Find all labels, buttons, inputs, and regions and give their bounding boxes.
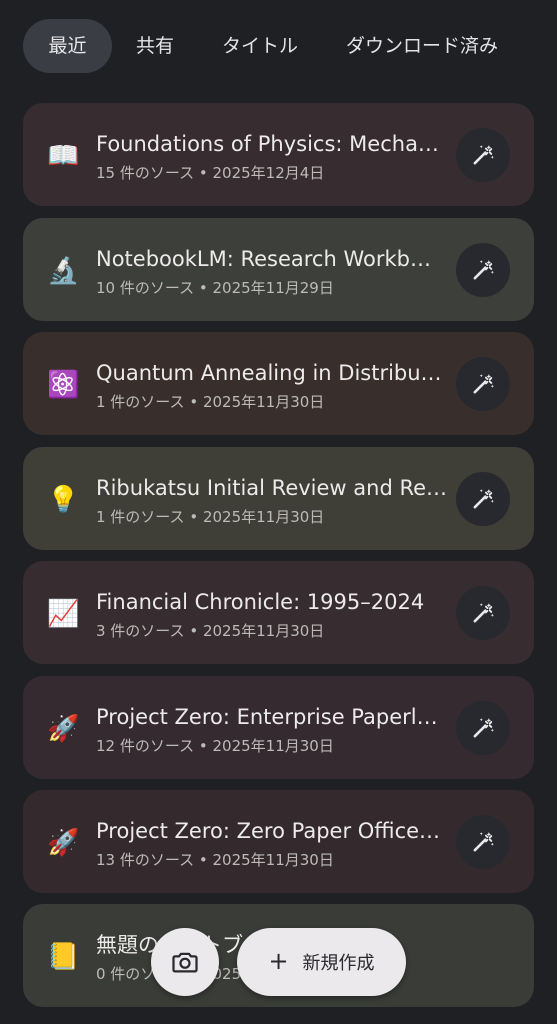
magic-wand-button[interactable] xyxy=(456,472,510,526)
camera-icon xyxy=(172,952,198,973)
notebook-meta: 1 件のソース • 2025年11月30日 xyxy=(96,393,325,411)
notebook-meta: 10 件のソース • 2025年11月29日 xyxy=(96,279,334,297)
notebook-card[interactable]: 🚀 Project Zero: Zero Paper Office… 13 件の… xyxy=(23,790,534,893)
notebook-meta: 3 件のソース • 2025年11月30日 xyxy=(96,622,325,640)
magic-wand-icon xyxy=(473,260,494,280)
magic-wand-icon xyxy=(473,718,494,738)
microscope-emoji-icon: 🔬 xyxy=(47,256,80,286)
tab-recent[interactable]: 最近 xyxy=(23,19,112,73)
magic-wand-button[interactable] xyxy=(456,815,510,869)
notebook-meta: 1 件のソース • 2025年11月30日 xyxy=(96,508,325,526)
notebook-meta: 12 件のソース • 2025年11月30日 xyxy=(96,737,334,755)
notebook-title: Foundations of Physics: Mecha… xyxy=(96,132,439,156)
magic-wand-button[interactable] xyxy=(456,357,510,411)
notebook-card[interactable]: 📖 Foundations of Physics: Mecha… 15 件のソー… xyxy=(23,103,534,206)
notebook-title: Quantum Annealing in Distribu… xyxy=(96,361,442,385)
notebook-meta: 13 件のソース • 2025年11月30日 xyxy=(96,851,334,869)
plus-icon: + xyxy=(268,947,289,975)
notebook-title: Financial Chronicle: 1995–2024 xyxy=(96,590,425,614)
notebook-card[interactable]: 💡 Ribukatsu Initial Review and Re… 1 件のソ… xyxy=(23,447,534,550)
notebook-list-screen: 最近 共有 タイトル ダウンロード済み 📖 Foundations of Phy… xyxy=(0,0,557,1024)
notebook-emoji-icon: 📒 xyxy=(47,942,80,972)
new-notebook-label: 新規作成 xyxy=(302,953,375,974)
notebook-card[interactable]: 🚀 Project Zero: Enterprise Paperl… 12 件の… xyxy=(23,676,534,779)
filter-tabs: 最近 共有 タイトル ダウンロード済み xyxy=(23,19,557,73)
atom-emoji-icon: ⚛️ xyxy=(47,370,80,400)
notebook-title: NotebookLM: Research Workb… xyxy=(96,247,431,271)
lightbulb-emoji-icon: 💡 xyxy=(47,485,80,515)
chart-increasing-emoji-icon: 📈 xyxy=(47,599,80,629)
notebook-title: Project Zero: Enterprise Paperl… xyxy=(96,705,438,729)
magic-wand-button[interactable] xyxy=(456,701,510,755)
magic-wand-button[interactable] xyxy=(456,243,510,297)
notebook-title: Ribukatsu Initial Review and Re… xyxy=(96,476,448,500)
notebook-card[interactable]: 🔬 NotebookLM: Research Workb… 10 件のソース •… xyxy=(23,218,534,321)
book-emoji-icon: 📖 xyxy=(47,141,80,171)
rocket-emoji-icon: 🚀 xyxy=(47,828,80,858)
magic-wand-icon xyxy=(473,145,494,165)
camera-button[interactable] xyxy=(151,928,219,996)
tab-downloaded[interactable]: ダウンロード済み xyxy=(322,19,498,73)
notebook-card[interactable]: 📈 Financial Chronicle: 1995–2024 3 件のソース… xyxy=(23,561,534,664)
tab-title[interactable]: タイトル xyxy=(198,19,322,73)
magic-wand-icon xyxy=(473,374,494,394)
new-notebook-button[interactable]: + 新規作成 xyxy=(237,928,406,996)
magic-wand-icon xyxy=(473,603,494,623)
tab-shared[interactable]: 共有 xyxy=(112,19,174,73)
magic-wand-button[interactable] xyxy=(456,586,510,640)
magic-wand-icon xyxy=(473,489,494,509)
notebook-meta: 15 件のソース • 2025年12月4日 xyxy=(96,164,325,182)
magic-wand-icon xyxy=(473,832,494,852)
notebook-card[interactable]: ⚛️ Quantum Annealing in Distribu… 1 件のソー… xyxy=(23,332,534,435)
rocket-emoji-icon: 🚀 xyxy=(47,714,80,744)
notebook-title: Project Zero: Zero Paper Office… xyxy=(96,819,441,843)
magic-wand-button[interactable] xyxy=(456,128,510,182)
